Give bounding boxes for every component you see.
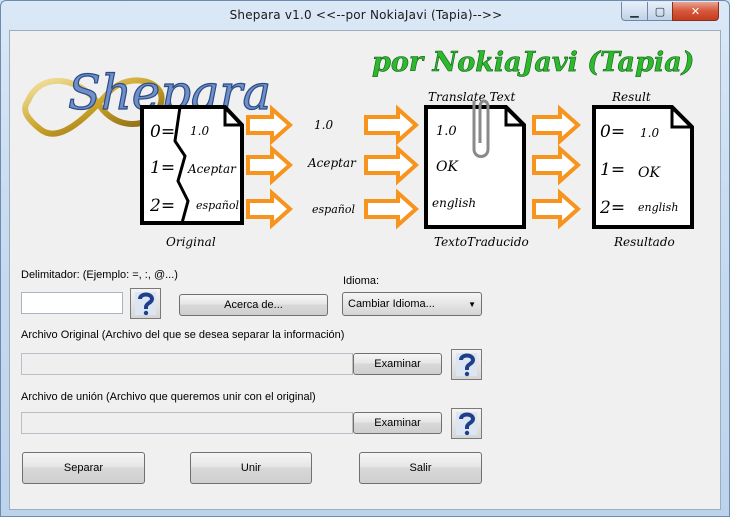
result-key-2: 2= bbox=[599, 198, 625, 218]
result-key-1: 1= bbox=[600, 160, 625, 180]
chevron-down-icon: ▼ bbox=[468, 300, 476, 309]
original-help-button[interactable] bbox=[451, 349, 482, 380]
result-val-1: OK bbox=[638, 165, 661, 181]
close-button[interactable]: ✕ bbox=[672, 2, 719, 21]
salir-button[interactable]: Salir bbox=[359, 452, 482, 484]
original-key-0: 0= bbox=[150, 122, 175, 142]
middle-word-1: Aceptar bbox=[307, 156, 357, 170]
unir-button[interactable]: Unir bbox=[190, 452, 312, 484]
original-key-1: 1= bbox=[150, 158, 175, 178]
about-button[interactable]: Acerca de... bbox=[179, 294, 328, 316]
close-icon: ✕ bbox=[690, 4, 701, 18]
language-dropdown[interactable]: Cambiar Idioma... ▼ bbox=[342, 292, 482, 316]
original-file-input[interactable] bbox=[21, 353, 353, 375]
delimiter-input[interactable] bbox=[21, 292, 123, 314]
original-file-label: Archivo Original (Archivo del que se des… bbox=[21, 329, 345, 341]
translated-val-0: 1.0 bbox=[436, 124, 457, 139]
banner-image: Shepara por NokiaJavi (Tapia) 0= 1.0 1= … bbox=[22, 47, 695, 249]
union-help-button[interactable] bbox=[451, 408, 482, 439]
help-question-icon bbox=[456, 412, 477, 436]
union-file-input[interactable] bbox=[21, 412, 353, 434]
translate-header: Translate Text bbox=[428, 90, 515, 104]
original-val-1: Aceptar bbox=[187, 162, 237, 176]
language-label: Idioma: bbox=[343, 275, 380, 287]
help-question-icon bbox=[135, 292, 156, 316]
minimize-icon: ▁ bbox=[630, 4, 639, 18]
translated-caption: TextoTraducido bbox=[434, 235, 529, 249]
original-key-2: 2= bbox=[149, 196, 175, 216]
title-bar[interactable]: Shepara v1.0 <<--por NokiaJavi (Tapia)--… bbox=[1, 1, 729, 30]
original-caption: Original bbox=[166, 235, 216, 249]
delimiter-label: Delimitador: (Ejemplo: =, :, @...) bbox=[21, 269, 178, 281]
result-val-0: 1.0 bbox=[640, 126, 659, 140]
result-key-0: 0= bbox=[600, 122, 625, 142]
middle-word-0: 1.0 bbox=[314, 118, 333, 132]
browse-union-button[interactable]: Examinar bbox=[353, 412, 442, 434]
result-header: Result bbox=[611, 90, 651, 104]
help-question-icon bbox=[456, 353, 477, 377]
union-file-label: Archivo de unión (Archivo que queremos u… bbox=[21, 391, 316, 403]
translated-val-2: english bbox=[432, 196, 476, 210]
translated-val-1: OK bbox=[436, 159, 459, 175]
author-text: por NokiaJavi (Tapia) bbox=[372, 47, 694, 78]
delimiter-help-button[interactable] bbox=[130, 288, 161, 319]
arrow-icon-group-1 bbox=[246, 104, 294, 230]
language-selected: Cambiar Idioma... bbox=[348, 298, 435, 310]
maximize-icon: ▢ bbox=[654, 4, 666, 18]
result-val-2: english bbox=[638, 201, 678, 214]
application-window: Shepara v1.0 <<--por NokiaJavi (Tapia)--… bbox=[0, 0, 730, 517]
minimize-button[interactable]: ▁ bbox=[621, 2, 648, 21]
original-val-2: español bbox=[196, 199, 239, 212]
browse-original-button[interactable]: Examinar bbox=[353, 353, 442, 375]
original-val-0: 1.0 bbox=[190, 124, 209, 138]
separar-button[interactable]: Separar bbox=[22, 452, 145, 484]
client-area: Shepara por NokiaJavi (Tapia) 0= 1.0 1= … bbox=[9, 30, 721, 510]
arrow-icon-group-3 bbox=[532, 104, 582, 230]
result-caption: Resultado bbox=[613, 235, 675, 249]
maximize-button[interactable]: ▢ bbox=[647, 2, 673, 21]
arrow-icon-group-2 bbox=[364, 104, 420, 230]
middle-word-2: español bbox=[312, 203, 355, 216]
